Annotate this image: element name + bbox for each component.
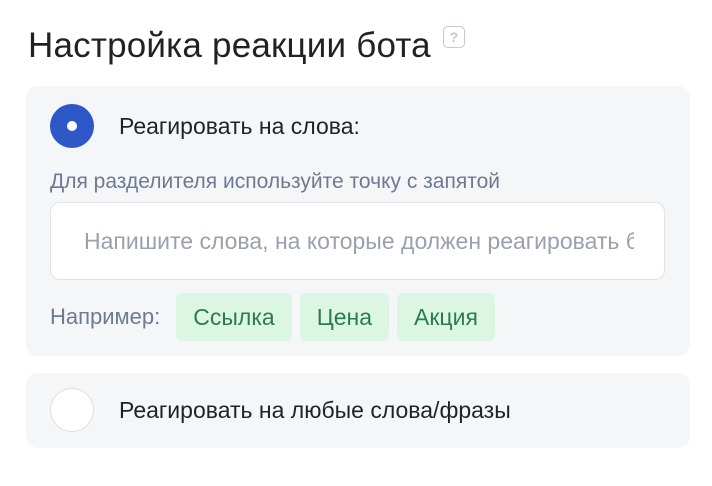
example-chip-promo[interactable]: Акция — [397, 293, 495, 341]
words-input[interactable] — [50, 202, 665, 280]
bot-reaction-settings: Настройка реакции бота ? Реагировать на … — [0, 0, 712, 486]
option-any-label[interactable]: Реагировать на любые слова/фразы — [119, 395, 511, 425]
example-chip-link[interactable]: Ссылка — [176, 293, 292, 341]
radio-any[interactable] — [50, 388, 94, 432]
option-words-label[interactable]: Реагировать на слова: — [119, 111, 360, 141]
separator-hint: Для разделителя используйте точку с запя… — [50, 170, 501, 193]
examples-row: Например: Ссылка Цена Акция — [50, 293, 503, 341]
page-title: Настройка реакции бота — [28, 26, 431, 65]
option-card-any[interactable]: Реагировать на любые слова/фразы — [26, 373, 690, 448]
example-chip-price[interactable]: Цена — [299, 293, 390, 341]
examples-label: Например: — [50, 304, 161, 329]
radio-words[interactable] — [50, 104, 94, 148]
title-row: Настройка реакции бота ? — [28, 24, 465, 68]
option-card-words[interactable]: Реагировать на слова: Для разделителя ис… — [26, 86, 690, 356]
help-icon[interactable]: ? — [442, 26, 465, 48]
